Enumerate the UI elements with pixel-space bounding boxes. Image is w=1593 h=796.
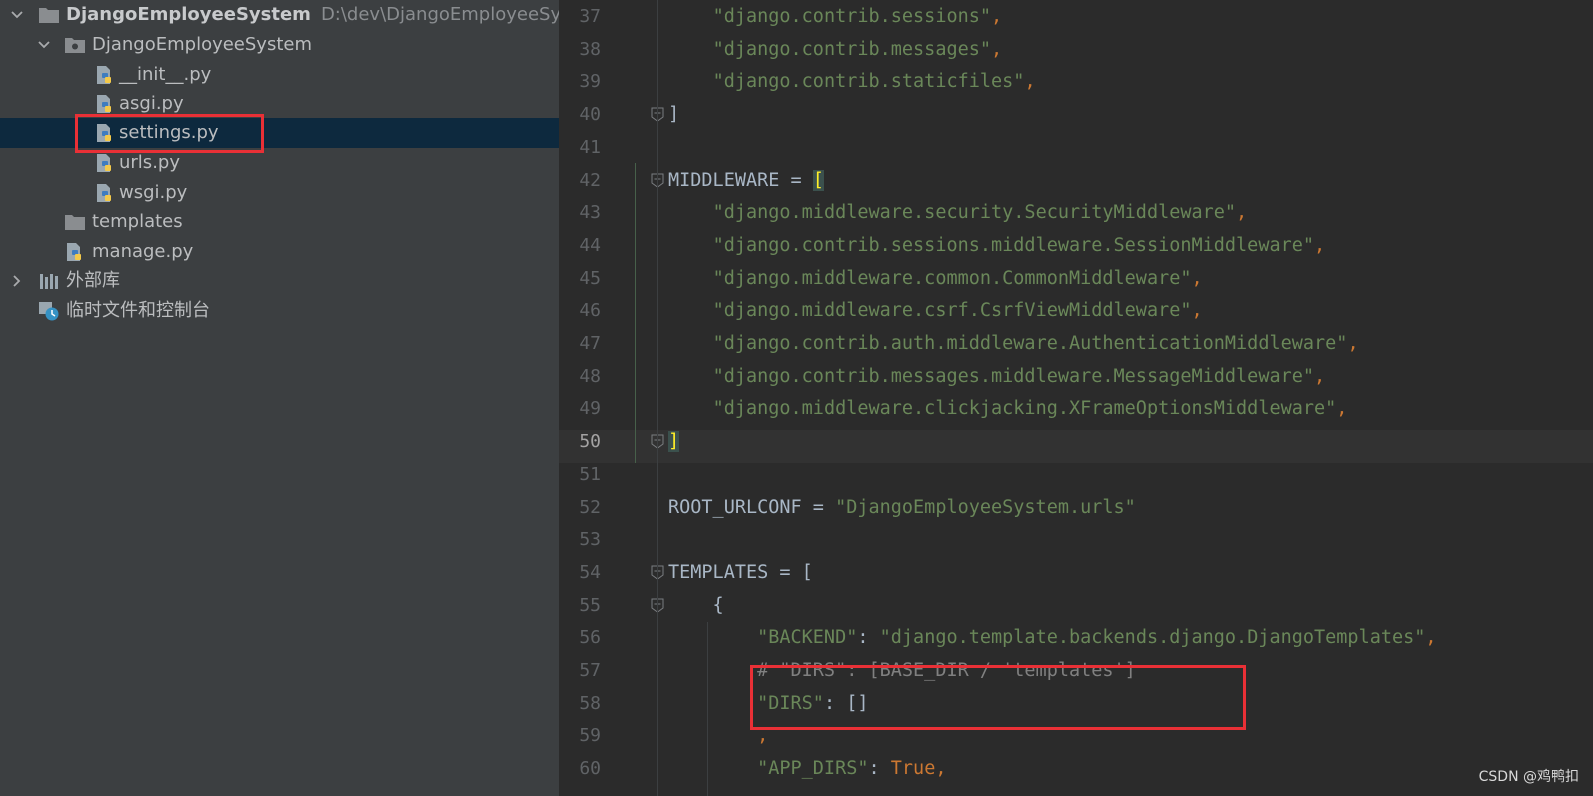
code-line[interactable]: "django.contrib.staticfiles", xyxy=(668,65,1036,98)
tree-item-label: DjangoEmployeeSystem xyxy=(92,34,313,55)
tree-item[interactable]: 外部库 xyxy=(0,266,559,296)
package-folder-icon xyxy=(64,35,85,55)
line-number: 50 xyxy=(579,431,601,452)
python-file-icon xyxy=(94,183,114,203)
project-tree-panel: DjangoEmployeeSystem D:\dev\DjangoEmploye… xyxy=(0,0,559,796)
code-line[interactable]: "APP_DIRS": True, xyxy=(668,752,946,785)
tree-item[interactable]: manage.py xyxy=(0,237,559,267)
line-number: 48 xyxy=(579,366,601,387)
code-line[interactable]: MIDDLEWARE = [ xyxy=(668,164,824,197)
tree-item[interactable]: DjangoEmployeeSystem xyxy=(0,30,559,60)
tree-item-label: DjangoEmployeeSystem D:\dev\DjangoEmploye… xyxy=(66,0,559,30)
gutter-separator xyxy=(657,0,658,796)
code-line[interactable]: ] xyxy=(668,425,680,458)
current-line-highlight xyxy=(559,430,1593,463)
tree-item[interactable]: wsgi.py xyxy=(0,178,559,208)
tree-item[interactable]: __init__.py xyxy=(0,60,559,90)
code-line[interactable]: "django.contrib.sessions", xyxy=(668,0,1003,33)
scratches-icon xyxy=(38,301,59,321)
code-line[interactable]: "django.middleware.clickjacking.XFrameOp… xyxy=(668,392,1348,425)
project-path: D:\dev\DjangoEmployeeSystem xyxy=(320,4,559,25)
line-number: 54 xyxy=(579,562,601,583)
tree-item[interactable]: templates xyxy=(0,207,559,237)
line-number: 38 xyxy=(579,39,601,60)
python-file-icon xyxy=(94,94,114,114)
code-line[interactable]: ROOT_URLCONF = "DjangoEmployeeSystem.url… xyxy=(668,491,1136,524)
highlight-box-settings xyxy=(75,114,264,153)
line-number: 53 xyxy=(579,529,601,550)
line-number: 43 xyxy=(579,202,601,223)
python-file-icon xyxy=(94,153,114,173)
tree-item-label: __init__.py xyxy=(119,64,212,85)
tree-item-label: templates xyxy=(92,211,183,232)
python-file-icon xyxy=(94,65,114,85)
line-number: 46 xyxy=(579,300,601,321)
code-line[interactable]: "django.middleware.security.SecurityMidd… xyxy=(668,196,1248,229)
line-number: 39 xyxy=(579,71,601,92)
line-number: 52 xyxy=(579,497,601,518)
code-line[interactable]: "django.middleware.common.CommonMiddlewa… xyxy=(668,262,1203,295)
line-number: 37 xyxy=(579,6,601,27)
library-icon xyxy=(38,271,58,291)
code-line[interactable]: "BACKEND": "django.template.backends.dja… xyxy=(668,621,1436,654)
line-number: 44 xyxy=(579,235,601,256)
code-line[interactable]: TEMPLATES = [ xyxy=(668,556,813,589)
tree-item-label: manage.py xyxy=(92,241,194,262)
chevron-right-icon[interactable] xyxy=(10,266,26,296)
line-number: 40 xyxy=(579,104,601,125)
line-number: 45 xyxy=(579,268,601,289)
change-marker xyxy=(635,163,636,463)
tree-item[interactable]: DjangoEmployeeSystem D:\dev\DjangoEmploye… xyxy=(0,0,559,30)
line-number: 60 xyxy=(579,758,601,779)
code-line[interactable]: ] xyxy=(668,98,679,131)
code-line[interactable]: "django.contrib.messages", xyxy=(668,33,1003,66)
code-line[interactable]: "django.contrib.sessions.middleware.Sess… xyxy=(668,229,1326,262)
line-number: 41 xyxy=(579,137,601,158)
code-line[interactable]: { xyxy=(668,589,724,622)
code-line[interactable]: "django.contrib.messages.middleware.Mess… xyxy=(668,360,1326,393)
indent-guide xyxy=(707,622,708,796)
python-file-icon xyxy=(64,242,84,262)
code-line[interactable]: "django.middleware.csrf.CsrfViewMiddlewa… xyxy=(668,294,1203,327)
folder-icon xyxy=(64,212,85,232)
tree-item-label: wsgi.py xyxy=(119,182,188,203)
line-number: 47 xyxy=(579,333,601,354)
tree-item-label: 临时文件和控制台 xyxy=(66,300,210,321)
line-number: 59 xyxy=(579,725,601,746)
line-number: 56 xyxy=(579,627,601,648)
highlight-box-dirs xyxy=(750,665,1246,730)
line-number: 57 xyxy=(579,660,601,681)
folder-icon xyxy=(38,5,59,25)
line-number: 42 xyxy=(579,170,601,191)
chevron-down-icon[interactable] xyxy=(10,0,26,30)
line-number: 58 xyxy=(579,693,601,714)
line-number: 51 xyxy=(579,464,601,485)
watermark: CSDN @鸡鸭扣 xyxy=(1478,769,1579,785)
tree-item[interactable]: 临时文件和控制台 xyxy=(0,296,559,326)
tree-item-label: 外部库 xyxy=(66,270,120,291)
line-number: 49 xyxy=(579,398,601,419)
code-line[interactable]: "django.contrib.auth.middleware.Authenti… xyxy=(668,327,1359,360)
chevron-down-icon[interactable] xyxy=(37,30,53,60)
line-number: 55 xyxy=(579,595,601,616)
